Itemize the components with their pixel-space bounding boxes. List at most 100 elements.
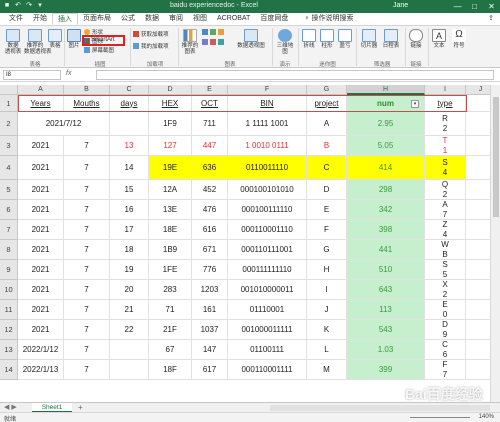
- horizontal-scrollbar[interactable]: [270, 405, 490, 411]
- cell-years[interactable]: 2021: [18, 320, 64, 340]
- table-button[interactable]: 表格: [48, 29, 62, 49]
- cell-num[interactable]: 398: [347, 220, 425, 240]
- cell-days[interactable]: 20: [110, 280, 149, 300]
- cell-type[interactable]: D9: [425, 320, 466, 340]
- cell-project[interactable]: F: [307, 220, 347, 240]
- recommended-charts-button[interactable]: 推荐的 图表: [181, 29, 199, 55]
- cell-bin[interactable]: BIN: [228, 95, 307, 112]
- cell-mouths[interactable]: 7: [64, 200, 110, 220]
- row-header-8[interactable]: 8: [0, 240, 18, 260]
- cell-num[interactable]: 5.05: [347, 136, 425, 156]
- cell-project[interactable]: I: [307, 280, 347, 300]
- row-header-5[interactable]: 5: [0, 180, 18, 200]
- tab-acrobat[interactable]: ACROBAT: [212, 13, 255, 25]
- slicer-button[interactable]: 切片器: [359, 29, 379, 49]
- tab-home[interactable]: 开始: [28, 13, 52, 25]
- cell-project[interactable]: K: [307, 320, 347, 340]
- cell-bin[interactable]: 01100111: [228, 340, 307, 360]
- cell-mouths[interactable]: 7: [64, 300, 110, 320]
- cell-years[interactable]: 2021: [18, 260, 64, 280]
- cell-bin[interactable]: 001010000011: [228, 280, 307, 300]
- cell-type[interactable]: Z4: [425, 220, 466, 240]
- minimize-button[interactable]: —: [449, 0, 466, 13]
- sparkline-column-button[interactable]: 柱形: [319, 29, 335, 49]
- chart-type-buttons-2[interactable]: [202, 39, 226, 47]
- cell-hex[interactable]: 127: [149, 136, 192, 156]
- cell-years[interactable]: 2021: [18, 300, 64, 320]
- cell-years[interactable]: 2021: [18, 156, 64, 180]
- cell-bin[interactable]: 1 1111 1001: [228, 112, 307, 136]
- cell-days[interactable]: 18: [110, 240, 149, 260]
- cell-type[interactable]: S5: [425, 260, 466, 280]
- cell-oct[interactable]: 1037: [192, 320, 228, 340]
- cell-oct[interactable]: 711: [192, 112, 228, 136]
- restore-button[interactable]: □: [466, 0, 483, 13]
- cell-num[interactable]: 2.95: [347, 112, 425, 136]
- cell-type[interactable]: Q2: [425, 180, 466, 200]
- column-header-h[interactable]: H: [347, 85, 425, 95]
- cell-hex[interactable]: 1F9: [149, 112, 192, 136]
- cell-years[interactable]: 2022/1/13: [18, 360, 64, 380]
- cell-num[interactable]: 342: [347, 200, 425, 220]
- tab-review[interactable]: 审阅: [164, 13, 188, 25]
- cell-days[interactable]: 22: [110, 320, 149, 340]
- zoom-slider[interactable]: [410, 417, 470, 418]
- cell-type[interactable]: T1: [425, 136, 466, 156]
- cell-num[interactable]: 441: [347, 240, 425, 260]
- cell-years[interactable]: 2021: [18, 240, 64, 260]
- cell-years[interactable]: 2021: [18, 280, 64, 300]
- column-header-a[interactable]: A: [18, 85, 64, 95]
- cell-days[interactable]: 19: [110, 260, 149, 280]
- cell-project[interactable]: G: [307, 240, 347, 260]
- row-header-12[interactable]: 12: [0, 320, 18, 340]
- cell-type[interactable]: A7: [425, 200, 466, 220]
- cell-mouths[interactable]: 7: [64, 320, 110, 340]
- cell-num[interactable]: 298: [347, 180, 425, 200]
- row-header-9[interactable]: 9: [0, 260, 18, 280]
- cell-years[interactable]: 2022/1/12: [18, 340, 64, 360]
- link-button[interactable]: 链接: [408, 29, 424, 49]
- text-button[interactable]: A 文本: [431, 29, 447, 49]
- symbols-button[interactable]: Ω 符号: [451, 29, 467, 49]
- cell-hex[interactable]: 21F: [149, 320, 192, 340]
- vertical-scrollbar[interactable]: [490, 85, 500, 407]
- cell-mouths[interactable]: 7: [64, 180, 110, 200]
- cell-oct[interactable]: 452: [192, 180, 228, 200]
- cell-num[interactable]: 414: [347, 156, 425, 180]
- cell-bin[interactable]: 0110011110: [228, 156, 307, 180]
- cell-hex[interactable]: 71: [149, 300, 192, 320]
- my-addins-button[interactable]: 我的加载项: [133, 43, 169, 51]
- cell-hex[interactable]: 18E: [149, 220, 192, 240]
- sparkline-winloss-button[interactable]: 盈亏: [337, 29, 353, 49]
- cell-oct[interactable]: 147: [192, 340, 228, 360]
- filter-dropdown-icon[interactable]: ▾: [411, 100, 419, 108]
- cell-type[interactable]: S4: [425, 156, 466, 180]
- cell-project[interactable]: H: [307, 260, 347, 280]
- cell-bin[interactable]: 000100101010: [228, 180, 307, 200]
- sheet-nav-arrows[interactable]: ◀ ▶: [4, 403, 17, 411]
- name-box[interactable]: I8: [3, 70, 61, 80]
- cell-days[interactable]: 14: [110, 156, 149, 180]
- cell-years[interactable]: 2021: [18, 180, 64, 200]
- cell-hex[interactable]: 283: [149, 280, 192, 300]
- cell-oct[interactable]: 447: [192, 136, 228, 156]
- cell-oct[interactable]: 671: [192, 240, 228, 260]
- cell-years[interactable]: Years: [18, 95, 64, 112]
- cell-oct[interactable]: 636: [192, 156, 228, 180]
- cell-oct[interactable]: 476: [192, 200, 228, 220]
- get-addins-button[interactable]: 获取加载项: [133, 31, 169, 39]
- sparkline-line-button[interactable]: 折线: [301, 29, 317, 49]
- cell-hex[interactable]: 13E: [149, 200, 192, 220]
- close-button[interactable]: ✕: [483, 0, 500, 13]
- cell-bin[interactable]: 001000011111: [228, 320, 307, 340]
- map3d-button[interactable]: 三维地 图: [275, 29, 295, 55]
- cell-bin[interactable]: 000110111001: [228, 240, 307, 260]
- redo-icon[interactable]: ↷: [25, 2, 33, 10]
- cell-project[interactable]: project: [307, 95, 347, 112]
- cell-mouths[interactable]: Mouths: [64, 95, 110, 112]
- pictures-button[interactable]: 图片: [66, 29, 82, 49]
- cell-type[interactable]: WB: [425, 240, 466, 260]
- cell-type[interactable]: type: [425, 95, 466, 112]
- row-header-7[interactable]: 7: [0, 220, 18, 240]
- cell-project[interactable]: M: [307, 360, 347, 380]
